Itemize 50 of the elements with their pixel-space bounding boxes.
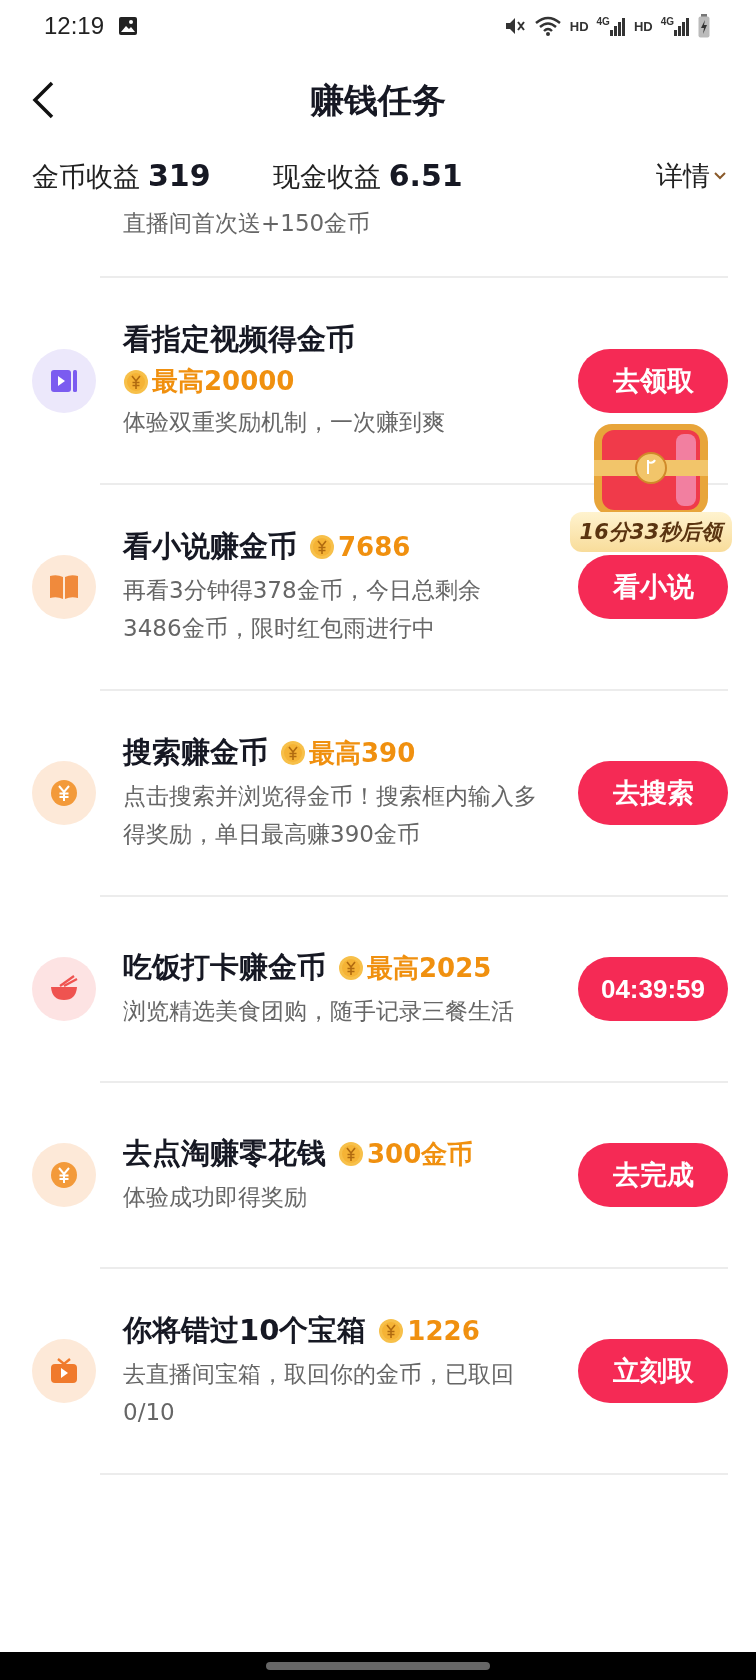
back-button[interactable] bbox=[30, 80, 56, 120]
coin-icon bbox=[338, 1141, 364, 1167]
task-title: 去点淘赚零花钱 bbox=[123, 1135, 326, 1172]
task-description: 浏览精选美食团购，随手记录三餐生活 bbox=[123, 997, 515, 1026]
network-label: HD bbox=[569, 18, 589, 34]
network-label: 4G bbox=[596, 16, 610, 27]
chest-countdown: 16分33秒后领 bbox=[569, 512, 732, 552]
task-description: 直播间首次送+150金币 bbox=[123, 209, 371, 238]
task-button[interactable]: 去完成 bbox=[578, 1143, 728, 1207]
reward-amount: 最高2025 bbox=[367, 951, 492, 985]
earnings-value: 6.51 bbox=[388, 157, 463, 193]
signal-icon bbox=[674, 16, 690, 36]
reward-amount: 1226 bbox=[407, 1316, 480, 1346]
signal-icon bbox=[609, 16, 626, 36]
details-link[interactable]: 详情 bbox=[656, 158, 710, 194]
task-description: 体验双重奖励机制，一次赚到爽 bbox=[123, 408, 446, 437]
image-icon bbox=[118, 16, 139, 36]
task-description: 去直播间宝箱，取回你的金币，已取回 0/10 bbox=[123, 1360, 515, 1427]
countdown-button[interactable]: 04:39:59 bbox=[578, 957, 728, 1021]
earnings-label: 金币收益 bbox=[32, 159, 140, 194]
task-description: 再看3分钟得378金币，今日总剩余3486金币，限时红包雨进行中 bbox=[123, 576, 482, 643]
task-title: 看指定视频得金币 bbox=[123, 321, 355, 358]
earnings-label: 现金收益 bbox=[272, 159, 381, 194]
network-label: HD bbox=[633, 18, 653, 34]
page-title: 赚钱任务 bbox=[310, 79, 446, 122]
task-title: 看小说赚金币 bbox=[123, 528, 297, 565]
task-button[interactable]: 去搜索 bbox=[578, 761, 728, 825]
reward-amount: 最高390 bbox=[309, 736, 416, 770]
coin-icon bbox=[309, 534, 335, 560]
reward-amount: 最高20000 bbox=[152, 365, 295, 398]
task-button[interactable]: 去领取 bbox=[578, 348, 728, 413]
task-title: 你将错过10个宝箱 bbox=[123, 1312, 367, 1349]
network-label: 4G bbox=[660, 16, 674, 27]
reward-amount: 7686 bbox=[338, 532, 411, 562]
reward-amount: 300金币 bbox=[367, 1137, 474, 1171]
status-time: 12:19 bbox=[44, 12, 105, 40]
task-title: 吃饭打卡赚金币 bbox=[123, 949, 326, 986]
coin-icon bbox=[123, 368, 149, 395]
earnings-value: 319 bbox=[148, 157, 211, 193]
coin-icon bbox=[338, 955, 364, 981]
task-title: 搜索赚金币 bbox=[123, 734, 268, 771]
task-description: 点击搜索并浏览得金币！搜索框内输入多得奖励，单日最高赚390金币 bbox=[123, 782, 537, 849]
wifi-icon bbox=[533, 15, 562, 37]
task-button[interactable]: 看小说 bbox=[578, 555, 728, 619]
chevron-down-icon bbox=[714, 172, 726, 180]
task-description: 体验成功即得奖励 bbox=[123, 1183, 308, 1212]
coin-icon bbox=[378, 1318, 405, 1344]
battery-icon bbox=[698, 14, 710, 38]
coin-icon bbox=[280, 740, 306, 766]
task-button[interactable]: 立刻取 bbox=[578, 1339, 728, 1403]
